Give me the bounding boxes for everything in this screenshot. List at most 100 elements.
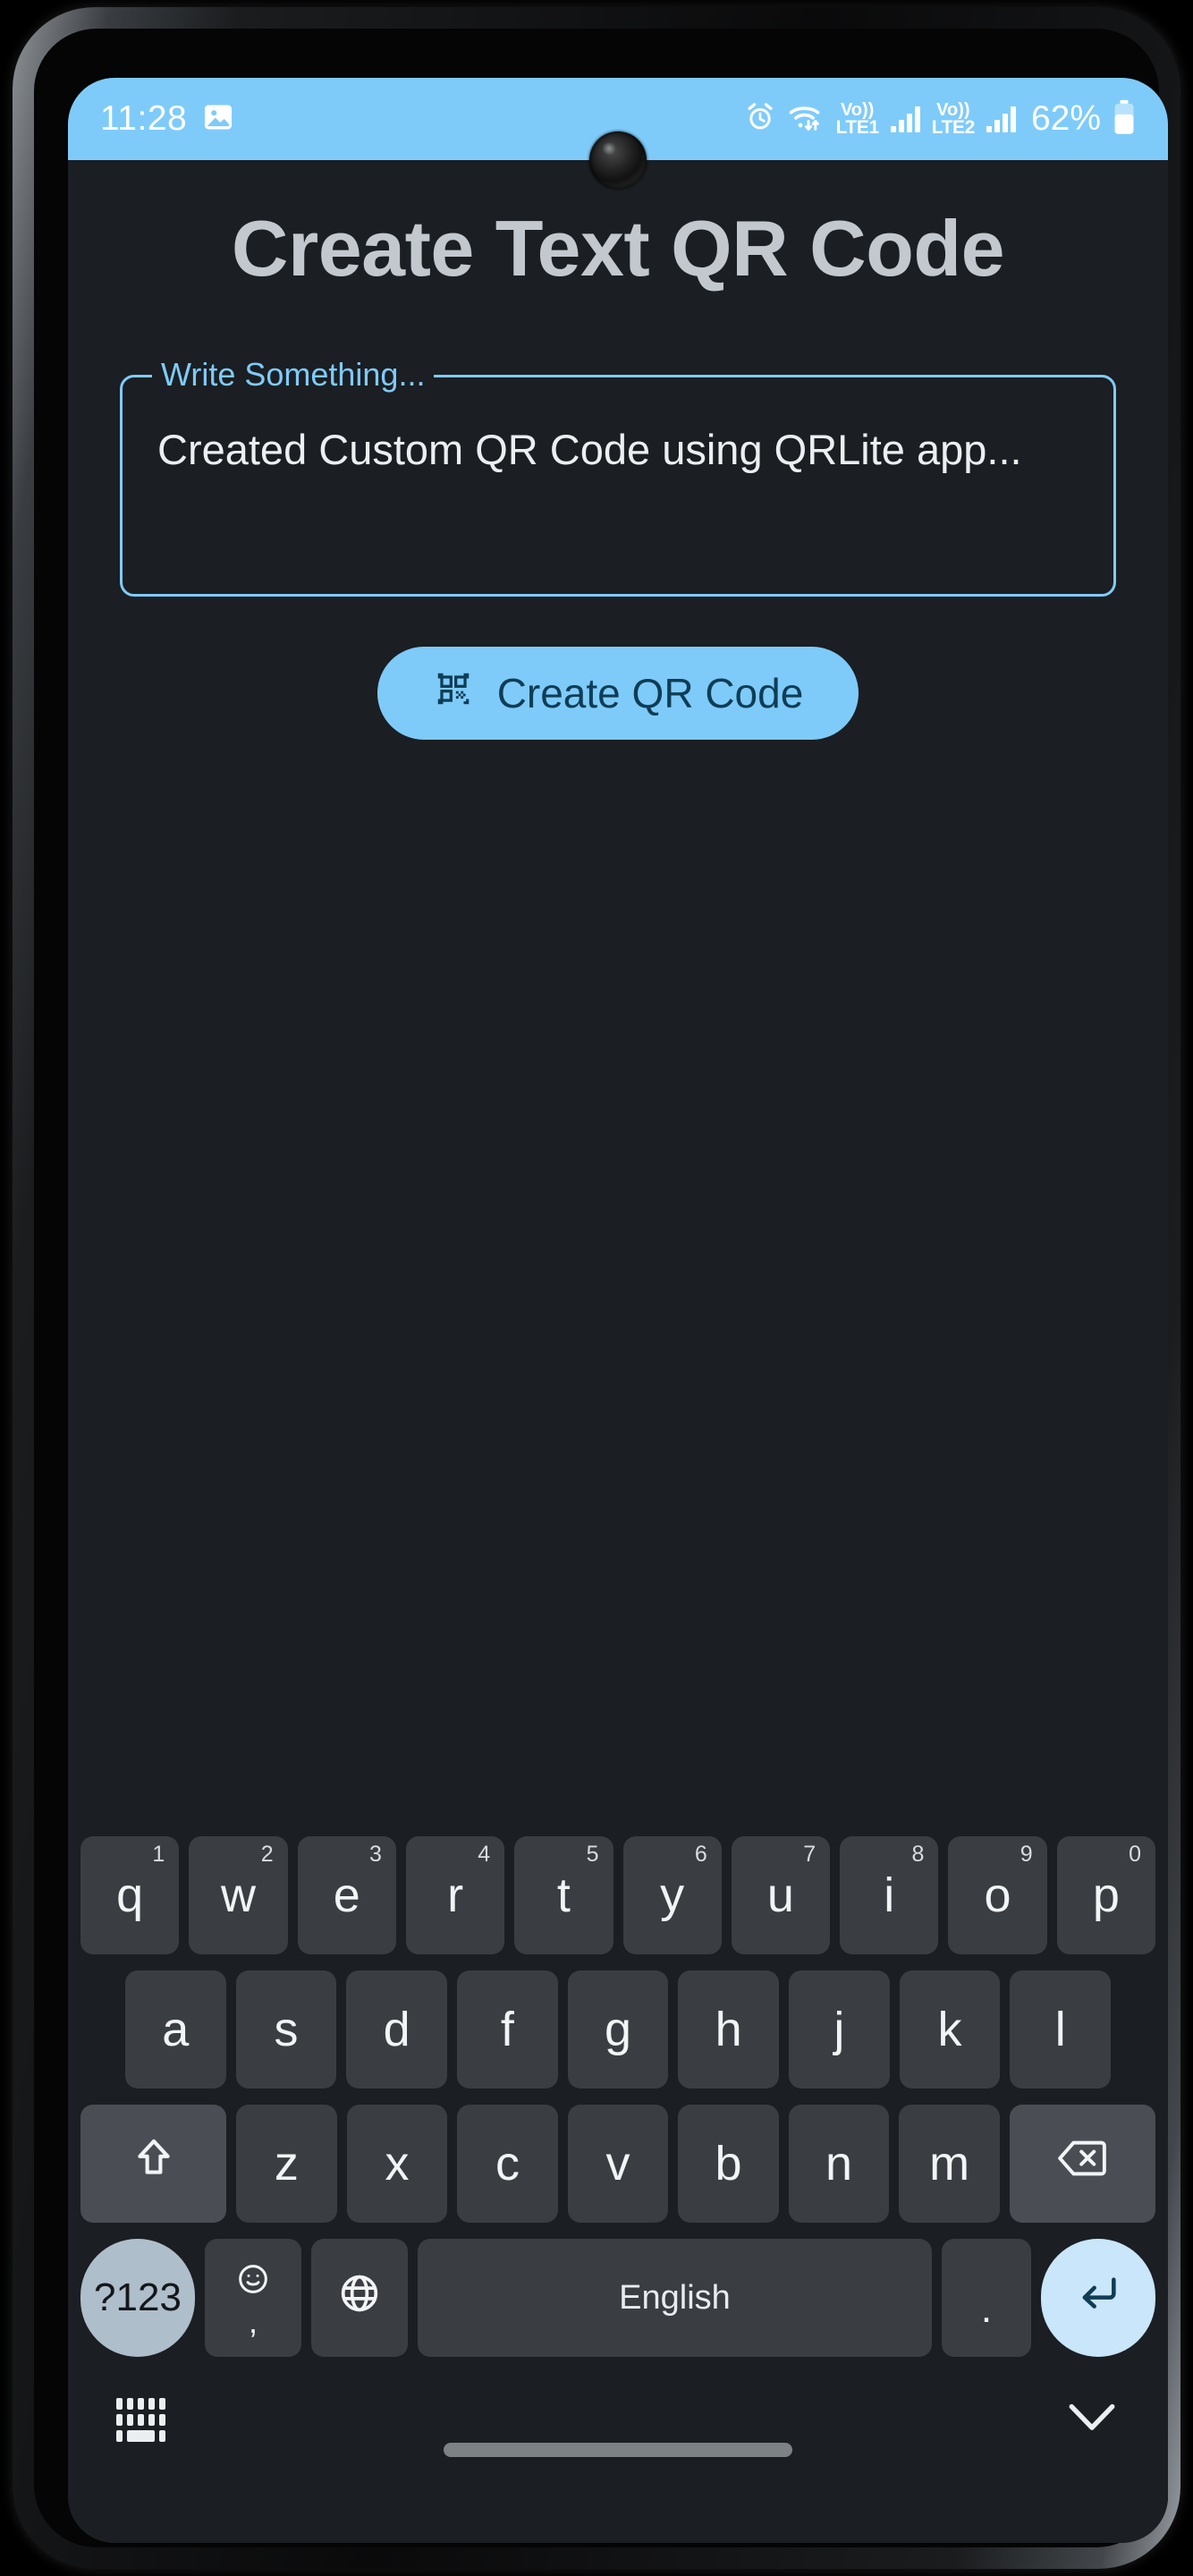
enter-icon — [1075, 2269, 1121, 2326]
phone-screen: 11:28 Vo)) LTE1 Vo)) LTE2 62% Create Tex… — [68, 78, 1168, 2543]
hide-keyboard-button[interactable] — [1064, 2400, 1120, 2440]
shift-icon — [131, 2135, 177, 2193]
key-p[interactable]: 0p — [1056, 1836, 1155, 1954]
key-k[interactable]: k — [899, 1970, 1001, 2089]
key-y-number: 6 — [694, 1842, 707, 1867]
key-w-number: 2 — [260, 1842, 274, 1867]
key-q-label: q — [116, 1868, 144, 1922]
key-i-number: 8 — [911, 1842, 925, 1867]
key-g[interactable]: g — [567, 1970, 669, 2089]
volte-2-top: Vo)) — [936, 100, 970, 121]
globe-icon — [337, 2271, 382, 2326]
volte-1-top: Vo)) — [840, 100, 875, 121]
key-r-number: 4 — [478, 1842, 491, 1867]
keyboard-row-4: ?123 , English . — [75, 2239, 1161, 2357]
key-o-label: o — [984, 1868, 1011, 1922]
key-t-label: t — [556, 1868, 571, 1922]
key-v[interactable]: v — [567, 2105, 669, 2223]
keyboard-row-3: z x c v b n m — [75, 2105, 1161, 2223]
shift-key[interactable] — [80, 2105, 227, 2223]
create-qr-code-button[interactable]: Create QR Code — [377, 647, 859, 740]
language-switch-key[interactable] — [311, 2239, 408, 2357]
photo-icon — [201, 100, 235, 139]
key-o-number: 9 — [1020, 1842, 1033, 1867]
key-l[interactable]: l — [1010, 1970, 1112, 2089]
key-n[interactable]: n — [788, 2105, 890, 2223]
front-camera-punch-hole — [589, 131, 647, 189]
phone-frame: 11:28 Vo)) LTE1 Vo)) LTE2 62% Create Tex… — [13, 7, 1180, 2569]
key-m[interactable]: m — [899, 2105, 1000, 2223]
create-button-row: Create QR Code — [68, 647, 1168, 740]
key-w-label: w — [220, 1868, 256, 1922]
status-bar-clock: 11:28 — [100, 99, 188, 138]
key-e-number: 3 — [369, 1842, 382, 1867]
key-h[interactable]: h — [678, 1970, 780, 2089]
key-z[interactable]: z — [236, 2105, 337, 2223]
volte-2-bottom: LTE2 — [931, 116, 976, 138]
text-input-value[interactable]: Created Custom QR Code using QRLite app.… — [157, 421, 1079, 479]
key-t-number: 5 — [586, 1842, 599, 1867]
emoji-comma-key[interactable]: , — [205, 2239, 301, 2357]
signal-bars-sim2-icon — [986, 106, 1016, 132]
key-u[interactable]: 7u — [731, 1836, 831, 1954]
key-s[interactable]: s — [235, 1970, 337, 2089]
keyboard-row-1: 1q 2w 3e 4r 5t 6y 7u 8i 9o 0p — [75, 1836, 1161, 1954]
keyboard-nav-bar — [75, 2366, 1161, 2473]
key-j[interactable]: j — [789, 1970, 890, 2089]
key-u-number: 7 — [803, 1842, 816, 1867]
key-y[interactable]: 6y — [622, 1836, 722, 1954]
key-p-label: p — [1092, 1868, 1120, 1922]
key-i[interactable]: 8i — [840, 1836, 939, 1954]
key-u-label: u — [766, 1868, 794, 1922]
key-q[interactable]: 1q — [80, 1836, 180, 1954]
key-t[interactable]: 5t — [514, 1836, 613, 1954]
alarm-icon — [745, 102, 775, 137]
spacebar-key[interactable]: English — [418, 2239, 932, 2357]
key-w[interactable]: 2w — [189, 1836, 288, 1954]
volte-1-indicator: Vo)) LTE1 — [835, 100, 880, 138]
key-p-number: 0 — [1129, 1842, 1141, 1867]
key-y-label: y — [660, 1868, 685, 1922]
key-f[interactable]: f — [457, 1970, 558, 2089]
text-input-label: Write Something... — [152, 355, 435, 394]
soft-keyboard: 1q 2w 3e 4r 5t 6y 7u 8i 9o 0p a s d f g … — [68, 1827, 1168, 2543]
backspace-icon — [1056, 2136, 1108, 2192]
key-r[interactable]: 4r — [405, 1836, 505, 1954]
key-q-number: 1 — [152, 1842, 165, 1867]
battery-icon — [1113, 99, 1136, 140]
text-input-outline — [120, 375, 1116, 597]
volte-2-indicator: Vo)) LTE2 — [931, 100, 976, 138]
create-qr-code-button-label: Create QR Code — [496, 670, 804, 716]
keyboard-switch-icon[interactable] — [116, 2397, 165, 2442]
key-o[interactable]: 9o — [948, 1836, 1047, 1954]
page-title: Create Text QR Code — [231, 204, 1005, 292]
symbols-key[interactable]: ?123 — [80, 2239, 195, 2357]
key-r-label: r — [447, 1868, 464, 1922]
text-input-field[interactable]: Write Something... Created Custom QR Cod… — [120, 355, 1116, 597]
app-content: Create Text QR Code Write Something... C… — [68, 160, 1168, 2543]
key-c[interactable]: c — [457, 2105, 558, 2223]
emoji-smiley-icon — [235, 2261, 271, 2303]
comma-label: , — [248, 2302, 258, 2340]
qr-code-icon — [433, 668, 474, 719]
key-x[interactable]: x — [346, 2105, 448, 2223]
keyboard-switch-glyph — [116, 2397, 165, 2442]
backspace-key[interactable] — [1009, 2105, 1156, 2223]
phone-inner-bezel: 11:28 Vo)) LTE1 Vo)) LTE2 62% Create Tex… — [34, 29, 1168, 2547]
period-key[interactable]: . — [942, 2239, 1031, 2357]
key-e[interactable]: 3e — [297, 1836, 396, 1954]
status-bar-left: 11:28 — [100, 99, 235, 139]
signal-bars-sim1-icon — [890, 106, 920, 132]
status-bar-right: Vo)) LTE1 Vo)) LTE2 62% — [745, 99, 1136, 140]
screenshot-root: 11:28 Vo)) LTE1 Vo)) LTE2 62% Create Tex… — [0, 0, 1193, 2576]
wifi-icon — [787, 102, 825, 137]
enter-key[interactable] — [1041, 2239, 1155, 2357]
keyboard-row-2: a s d f g h j k l — [75, 1970, 1161, 2089]
key-b[interactable]: b — [678, 2105, 779, 2223]
volte-1-bottom: LTE1 — [835, 116, 880, 138]
key-e-label: e — [333, 1868, 360, 1922]
home-indicator[interactable] — [444, 2443, 792, 2457]
key-i-label: i — [884, 1868, 895, 1922]
key-a[interactable]: a — [124, 1970, 226, 2089]
key-d[interactable]: d — [346, 1970, 447, 2089]
